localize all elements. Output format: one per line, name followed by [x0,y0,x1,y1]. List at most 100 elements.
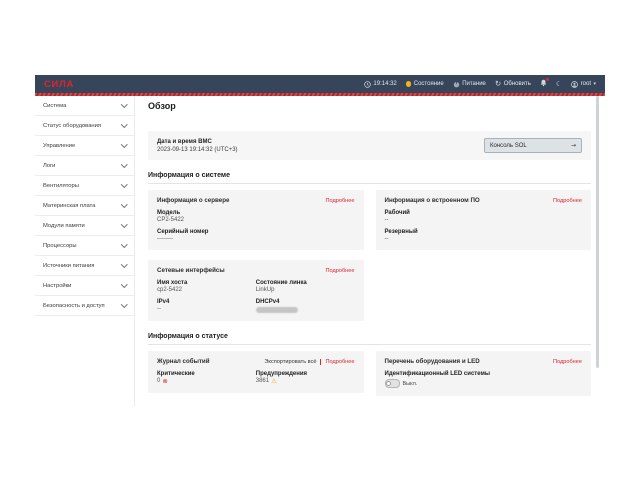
sidebar-item-label: Логи [43,163,55,169]
chevron-down-icon [121,121,127,127]
scrollbar-thumb[interactable] [596,96,599,368]
refresh-icon: ↻ [495,80,501,88]
server-more-link[interactable]: Подробнее [325,198,354,204]
sidebar-item-label: Вентиляторы [43,183,79,189]
links-divider [320,359,321,365]
user-icon [571,81,578,88]
arrow-right-icon: → [571,143,576,149]
dhcpv4-field: DHCPv4 [256,299,355,314]
navbar-right-group: 19:14:32 Состояние Питание ↻ Обновить ☾ [364,79,596,89]
sidebar-item-label: Источники питания [43,263,94,269]
sidebar-item-label: Система [43,103,66,109]
sidebar-item-logs[interactable]: Логи [35,156,134,176]
user-menu[interactable]: root ▾ [571,81,596,88]
status-section-title: Информация о статусе [148,333,591,345]
moon-icon: ☾ [556,81,562,88]
identify-led-label: Идентификационный LED системы [385,371,583,377]
dark-mode-toggle[interactable]: ☾ [556,81,562,88]
fw-active-value: -- [385,217,583,223]
sidebar-item-settings[interactable]: Настройки [35,276,134,296]
refresh-label: Обновить [504,81,531,87]
warning-icon: ⚠ [271,378,277,385]
critical-events-value: 0 [157,378,160,384]
ipv4-label: IPv4 [157,299,256,305]
sidebar-item-power-supplies[interactable]: Источники питания [35,256,134,276]
link-status-label: Состояние линка [256,280,355,286]
sidebar-item-label: Материнская плата [43,203,95,209]
fw-backup-field: Резервный -- [385,229,583,243]
fw-active-field: Рабочий -- [385,210,583,224]
top-navbar: СИЛА 19:14:32 Состояние Питание ↻ Обнови… [35,75,605,93]
identify-led-state: Выкл. [403,381,418,387]
dhcpv4-redacted-value [256,307,298,313]
bmc-datetime-label: Дата и время BMC [157,139,238,145]
sol-console-button[interactable]: Консоль SOL → [484,138,582,153]
health-status-menu[interactable]: Состояние [406,81,444,87]
power-menu[interactable]: Питание [453,81,486,88]
sidebar-item-label: Управление [43,143,75,149]
warning-events-value: 3861 [256,378,269,384]
system-cards-grid: Информация о сервере Подробнее Модель CP… [148,190,591,321]
notification-badge [546,78,549,81]
sidebar-item-management[interactable]: Управление [35,136,134,156]
sidebar-item-label: Модули памяти [43,223,85,229]
sidebar-item-memory-modules[interactable]: Модули памяти [35,216,134,236]
serial-value: -------- [157,236,355,242]
serial-field: Серийный номер -------- [157,229,355,243]
serial-label: Серийный номер [157,229,355,235]
firmware-more-link[interactable]: Подробнее [553,198,582,204]
toggle-knob [386,381,391,386]
inventory-led-card: Перечень оборудования и LED Подробнее Ид… [376,351,592,396]
system-section-title: Информация о системе [148,172,591,184]
export-all-link[interactable]: Экспортировать всё [264,359,316,365]
bmc-datetime-value: 2023-09-13 19:14:32 (UTC+3) [157,147,238,153]
network-interfaces-card: Сетевые интерфейсы Подробнее Имя хоста c… [148,260,364,321]
user-name: root [581,81,591,87]
chevron-down-icon [121,241,127,247]
fw-backup-value: -- [385,236,583,242]
hostname-field: Имя хоста cp2-5422 [157,280,256,294]
model-value: CP2-5422 [157,217,355,223]
fw-active-label: Рабочий [385,210,583,216]
chevron-down-icon [121,201,127,207]
bmc-time-value: 19:14:32 [373,81,396,87]
notifications-button[interactable] [540,79,547,89]
sidebar-item-label: Безопасность и доступ [43,303,105,309]
warning-events-field: Предупреждения 3861 ⚠ [256,371,355,385]
sidebar-item-motherboard[interactable]: Материнская плата [35,196,134,216]
chevron-down-icon [121,301,127,307]
event-log-more-link[interactable]: Подробнее [325,359,354,365]
sidebar-item-fans[interactable]: Вентиляторы [35,176,134,196]
hostname-label: Имя хоста [157,280,256,286]
network-more-link[interactable]: Подробнее [325,268,354,274]
power-icon [453,81,460,88]
sidebar-item-hardware-status[interactable]: Статус оборудования [35,116,134,136]
sidebar-item-processors[interactable]: Процессоры [35,236,134,256]
sidebar-item-label: Настройки [43,283,71,289]
refresh-button[interactable]: ↻ Обновить [495,80,531,88]
chevron-down-icon [121,261,127,267]
brand-logo[interactable]: СИЛА [44,79,74,90]
sidebar-item-label: Процессоры [43,243,77,249]
bmc-datetime-card: Дата и время BMC 2023-09-13 19:14:32 (UT… [148,131,591,160]
identify-led-toggle[interactable] [385,379,400,388]
warning-events-label: Предупреждения [256,371,355,377]
main-content: Обзор Дата и время BMC 2023-09-13 19:14:… [135,96,605,406]
firmware-card-title: Информация о встроенном ПО [385,197,480,204]
firmware-info-card: Информация о встроенном ПО Подробнее Раб… [376,190,592,250]
inventory-led-more-link[interactable]: Подробнее [553,359,582,365]
sidebar-item-system[interactable]: Система [35,96,134,116]
dhcpv4-label: DHCPv4 [256,299,355,305]
critical-events-field: Критические 0 ⊗ [157,371,256,385]
sidebar-item-label: Статус оборудования [43,123,101,129]
ipv4-value: -- [157,306,256,312]
ipv4-field: IPv4 -- [157,299,256,314]
sidebar-item-security-access[interactable]: Безопасность и доступ [35,296,134,316]
page-title: Обзор [148,101,591,111]
link-status-value: LinkUp [256,287,355,293]
chevron-down-icon [121,181,127,187]
chevron-down-icon [121,141,127,147]
model-label: Модель [157,210,355,216]
chevron-down-icon: ▾ [593,82,596,87]
bmc-app-window: СИЛА 19:14:32 Состояние Питание ↻ Обнови… [35,75,605,406]
